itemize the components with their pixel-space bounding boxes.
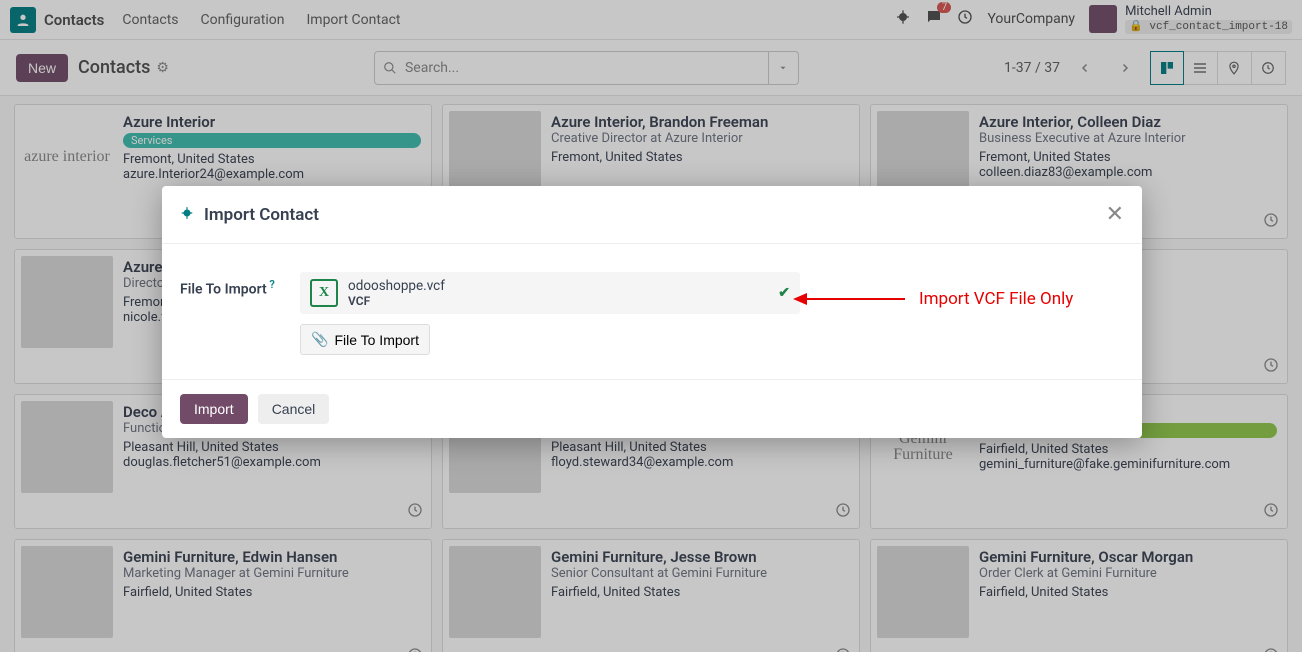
import-contact-modal: Import Contact ✕ File To Import ? X odoo… — [162, 186, 1142, 438]
file-type-icon: X — [310, 279, 338, 307]
help-icon[interactable]: ? — [267, 278, 275, 291]
success-check-icon: ✔ — [778, 285, 790, 301]
file-name: odooshoppe.vcf — [348, 278, 445, 294]
field-label-file: File To Import ? — [180, 272, 300, 355]
paperclip-icon: 📎 — [311, 331, 328, 348]
file-upload-button[interactable]: 📎 File To Import — [300, 324, 430, 355]
file-type: VCF — [348, 294, 445, 308]
cancel-button[interactable]: Cancel — [258, 394, 330, 424]
uploaded-file-row: X odooshoppe.vcf VCF ✔ — [300, 272, 800, 314]
close-icon[interactable]: ✕ — [1106, 202, 1124, 227]
bug-icon — [180, 206, 194, 224]
modal-title: Import Contact — [204, 205, 319, 225]
import-button[interactable]: Import — [180, 394, 248, 424]
